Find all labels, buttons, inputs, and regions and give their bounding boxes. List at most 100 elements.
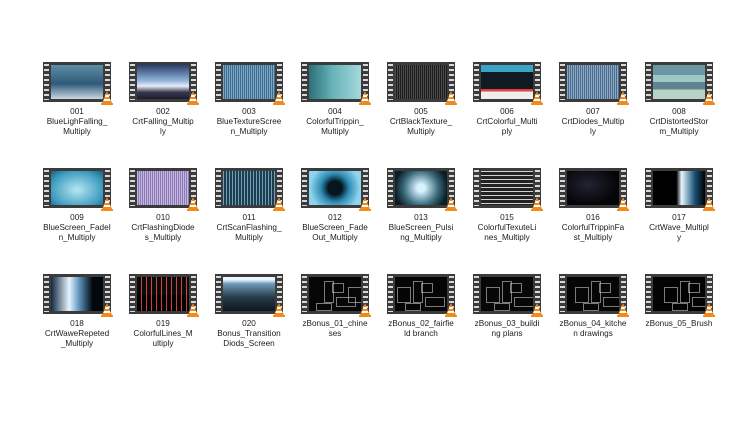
- video-thumbnail: [645, 168, 715, 211]
- file-row: 018 CrtWaweRepeted _Multiply 019 Colorfu…: [34, 274, 724, 380]
- vlc-cone-icon: [703, 91, 715, 105]
- video-file-item[interactable]: 010 CrtFlashingDiode s_Multiply: [120, 168, 206, 274]
- film-sprockets-left: [216, 276, 221, 312]
- video-preview: [137, 277, 189, 311]
- file-name-label: 018 CrtWaweRepeted _Multiply: [44, 319, 110, 348]
- vlc-cone-icon: [187, 197, 199, 211]
- file-row: 001 BlueLighFalling_ Multiply 002 CrtFal…: [34, 62, 724, 168]
- file-name-label: 012 BlueScreen_Fade Out_Multiply: [302, 213, 368, 242]
- video-preview: [51, 277, 103, 311]
- film-sprockets-left: [302, 64, 307, 100]
- video-thumbnail: [473, 168, 543, 211]
- file-name-label: zBonus_01_chine ses: [302, 319, 368, 338]
- file-name-label: 017 CrtWave_Multipl y: [649, 213, 709, 242]
- video-file-item[interactable]: zBonus_05_Brush: [636, 274, 722, 380]
- video-preview: [51, 65, 103, 99]
- vlc-cone-icon: [445, 303, 457, 317]
- vlc-cone-icon: [273, 303, 285, 317]
- video-preview: [567, 171, 619, 205]
- film-sprockets-left: [646, 170, 651, 206]
- video-file-item[interactable]: 003 BlueTextureScree n_Multiply: [206, 62, 292, 168]
- video-file-item[interactable]: 007 CrtDiodes_Multip ly: [550, 62, 636, 168]
- video-thumbnail: [129, 62, 199, 105]
- sketch-line: [680, 281, 690, 303]
- file-name-label: 005 CrtBlackTexture_ Multiply: [389, 107, 453, 136]
- sketch-line: [664, 287, 678, 303]
- film-sprockets-left: [302, 170, 307, 206]
- video-file-item[interactable]: 016 ColorfulTrippinFa st_Multiply: [550, 168, 636, 274]
- file-name-label: 019 ColorfulLines_M ultiply: [133, 319, 193, 348]
- sketch-line: [575, 287, 589, 303]
- video-preview: [653, 65, 705, 99]
- video-thumbnail: [559, 62, 629, 105]
- file-name-label: 016 ColorfulTrippinFa st_Multiply: [561, 213, 625, 242]
- video-thumbnail: [301, 168, 371, 211]
- file-row: 009 BlueScreen_FadeI n_Multiply 010 CrtF…: [34, 168, 724, 274]
- video-thumbnail: [559, 168, 629, 211]
- vlc-cone-icon: [531, 91, 543, 105]
- video-preview: [395, 65, 447, 99]
- vlc-cone-icon: [359, 197, 371, 211]
- video-thumbnail: [301, 62, 371, 105]
- file-name-label: 008 CrtDistortedStor m_Multiply: [649, 107, 709, 136]
- video-thumbnail: [129, 274, 199, 317]
- video-thumbnail: [301, 274, 371, 317]
- file-name-label: zBonus_04_kitche n drawings: [559, 319, 627, 338]
- video-preview: [137, 65, 189, 99]
- film-sprockets-left: [44, 170, 49, 206]
- sketch-line: [397, 287, 411, 303]
- video-preview: [309, 171, 361, 205]
- video-thumbnail: [645, 274, 715, 317]
- film-sprockets-left: [560, 170, 565, 206]
- video-thumbnail: [215, 274, 285, 317]
- vlc-cone-icon: [617, 197, 629, 211]
- video-thumbnail: [43, 274, 113, 317]
- video-file-item[interactable]: 020 Bonus_Transition Diods_Screen: [206, 274, 292, 380]
- video-file-item[interactable]: 019 ColorfulLines_M ultiply: [120, 274, 206, 380]
- vlc-cone-icon: [617, 91, 629, 105]
- video-file-item[interactable]: zBonus_03_buildi ng plans: [464, 274, 550, 380]
- video-thumbnail: [473, 274, 543, 317]
- film-sprockets-left: [302, 276, 307, 312]
- video-file-item[interactable]: 013 BlueScreen_Pulsi ng_Multiply: [378, 168, 464, 274]
- video-file-item[interactable]: zBonus_02_fairfie ld branch: [378, 274, 464, 380]
- video-file-item[interactable]: 006 CrtColorful_Multi ply: [464, 62, 550, 168]
- video-preview: [567, 65, 619, 99]
- film-sprockets-left: [388, 170, 393, 206]
- file-name-label: 015 ColorfulTexuteLi nes_Multiply: [477, 213, 537, 242]
- video-file-item[interactable]: 008 CrtDistortedStor m_Multiply: [636, 62, 722, 168]
- video-thumbnail: [215, 62, 285, 105]
- film-sprockets-left: [646, 64, 651, 100]
- video-file-item[interactable]: 004 ColorfulTrippin_ Multiply: [292, 62, 378, 168]
- video-preview: [223, 171, 275, 205]
- file-name-label: 010 CrtFlashingDiode s_Multiply: [131, 213, 195, 242]
- sketch-line: [316, 303, 332, 311]
- video-preview: [395, 171, 447, 205]
- video-thumbnail: [43, 168, 113, 211]
- film-sprockets-left: [646, 276, 651, 312]
- video-file-item[interactable]: 017 CrtWave_Multipl y: [636, 168, 722, 274]
- video-file-item[interactable]: zBonus_01_chine ses: [292, 274, 378, 380]
- vlc-cone-icon: [359, 303, 371, 317]
- file-name-label: 009 BlueScreen_FadeI n_Multiply: [43, 213, 111, 242]
- file-grid: 001 BlueLighFalling_ Multiply 002 CrtFal…: [34, 62, 724, 380]
- film-sprockets-left: [130, 170, 135, 206]
- video-thumbnail: [387, 274, 457, 317]
- film-sprockets-left: [474, 276, 479, 312]
- video-file-item[interactable]: 018 CrtWaweRepeted _Multiply: [34, 274, 120, 380]
- video-file-item[interactable]: 011 CrtScanFlashing_ Multiply: [206, 168, 292, 274]
- video-file-item[interactable]: 001 BlueLighFalling_ Multiply: [34, 62, 120, 168]
- video-preview: [51, 171, 103, 205]
- video-file-item[interactable]: zBonus_04_kitche n drawings: [550, 274, 636, 380]
- vlc-cone-icon: [359, 91, 371, 105]
- file-name-label: 006 CrtColorful_Multi ply: [476, 107, 538, 136]
- film-sprockets-left: [44, 64, 49, 100]
- video-file-item[interactable]: 015 ColorfulTexuteLi nes_Multiply: [464, 168, 550, 274]
- video-preview: [223, 65, 275, 99]
- video-file-item[interactable]: 005 CrtBlackTexture_ Multiply: [378, 62, 464, 168]
- video-file-item[interactable]: 002 CrtFalling_Multip ly: [120, 62, 206, 168]
- file-name-label: 011 CrtScanFlashing_ Multiply: [216, 213, 282, 242]
- video-file-item[interactable]: 009 BlueScreen_FadeI n_Multiply: [34, 168, 120, 274]
- file-name-label: zBonus_02_fairfie ld branch: [388, 319, 454, 338]
- video-file-item[interactable]: 012 BlueScreen_Fade Out_Multiply: [292, 168, 378, 274]
